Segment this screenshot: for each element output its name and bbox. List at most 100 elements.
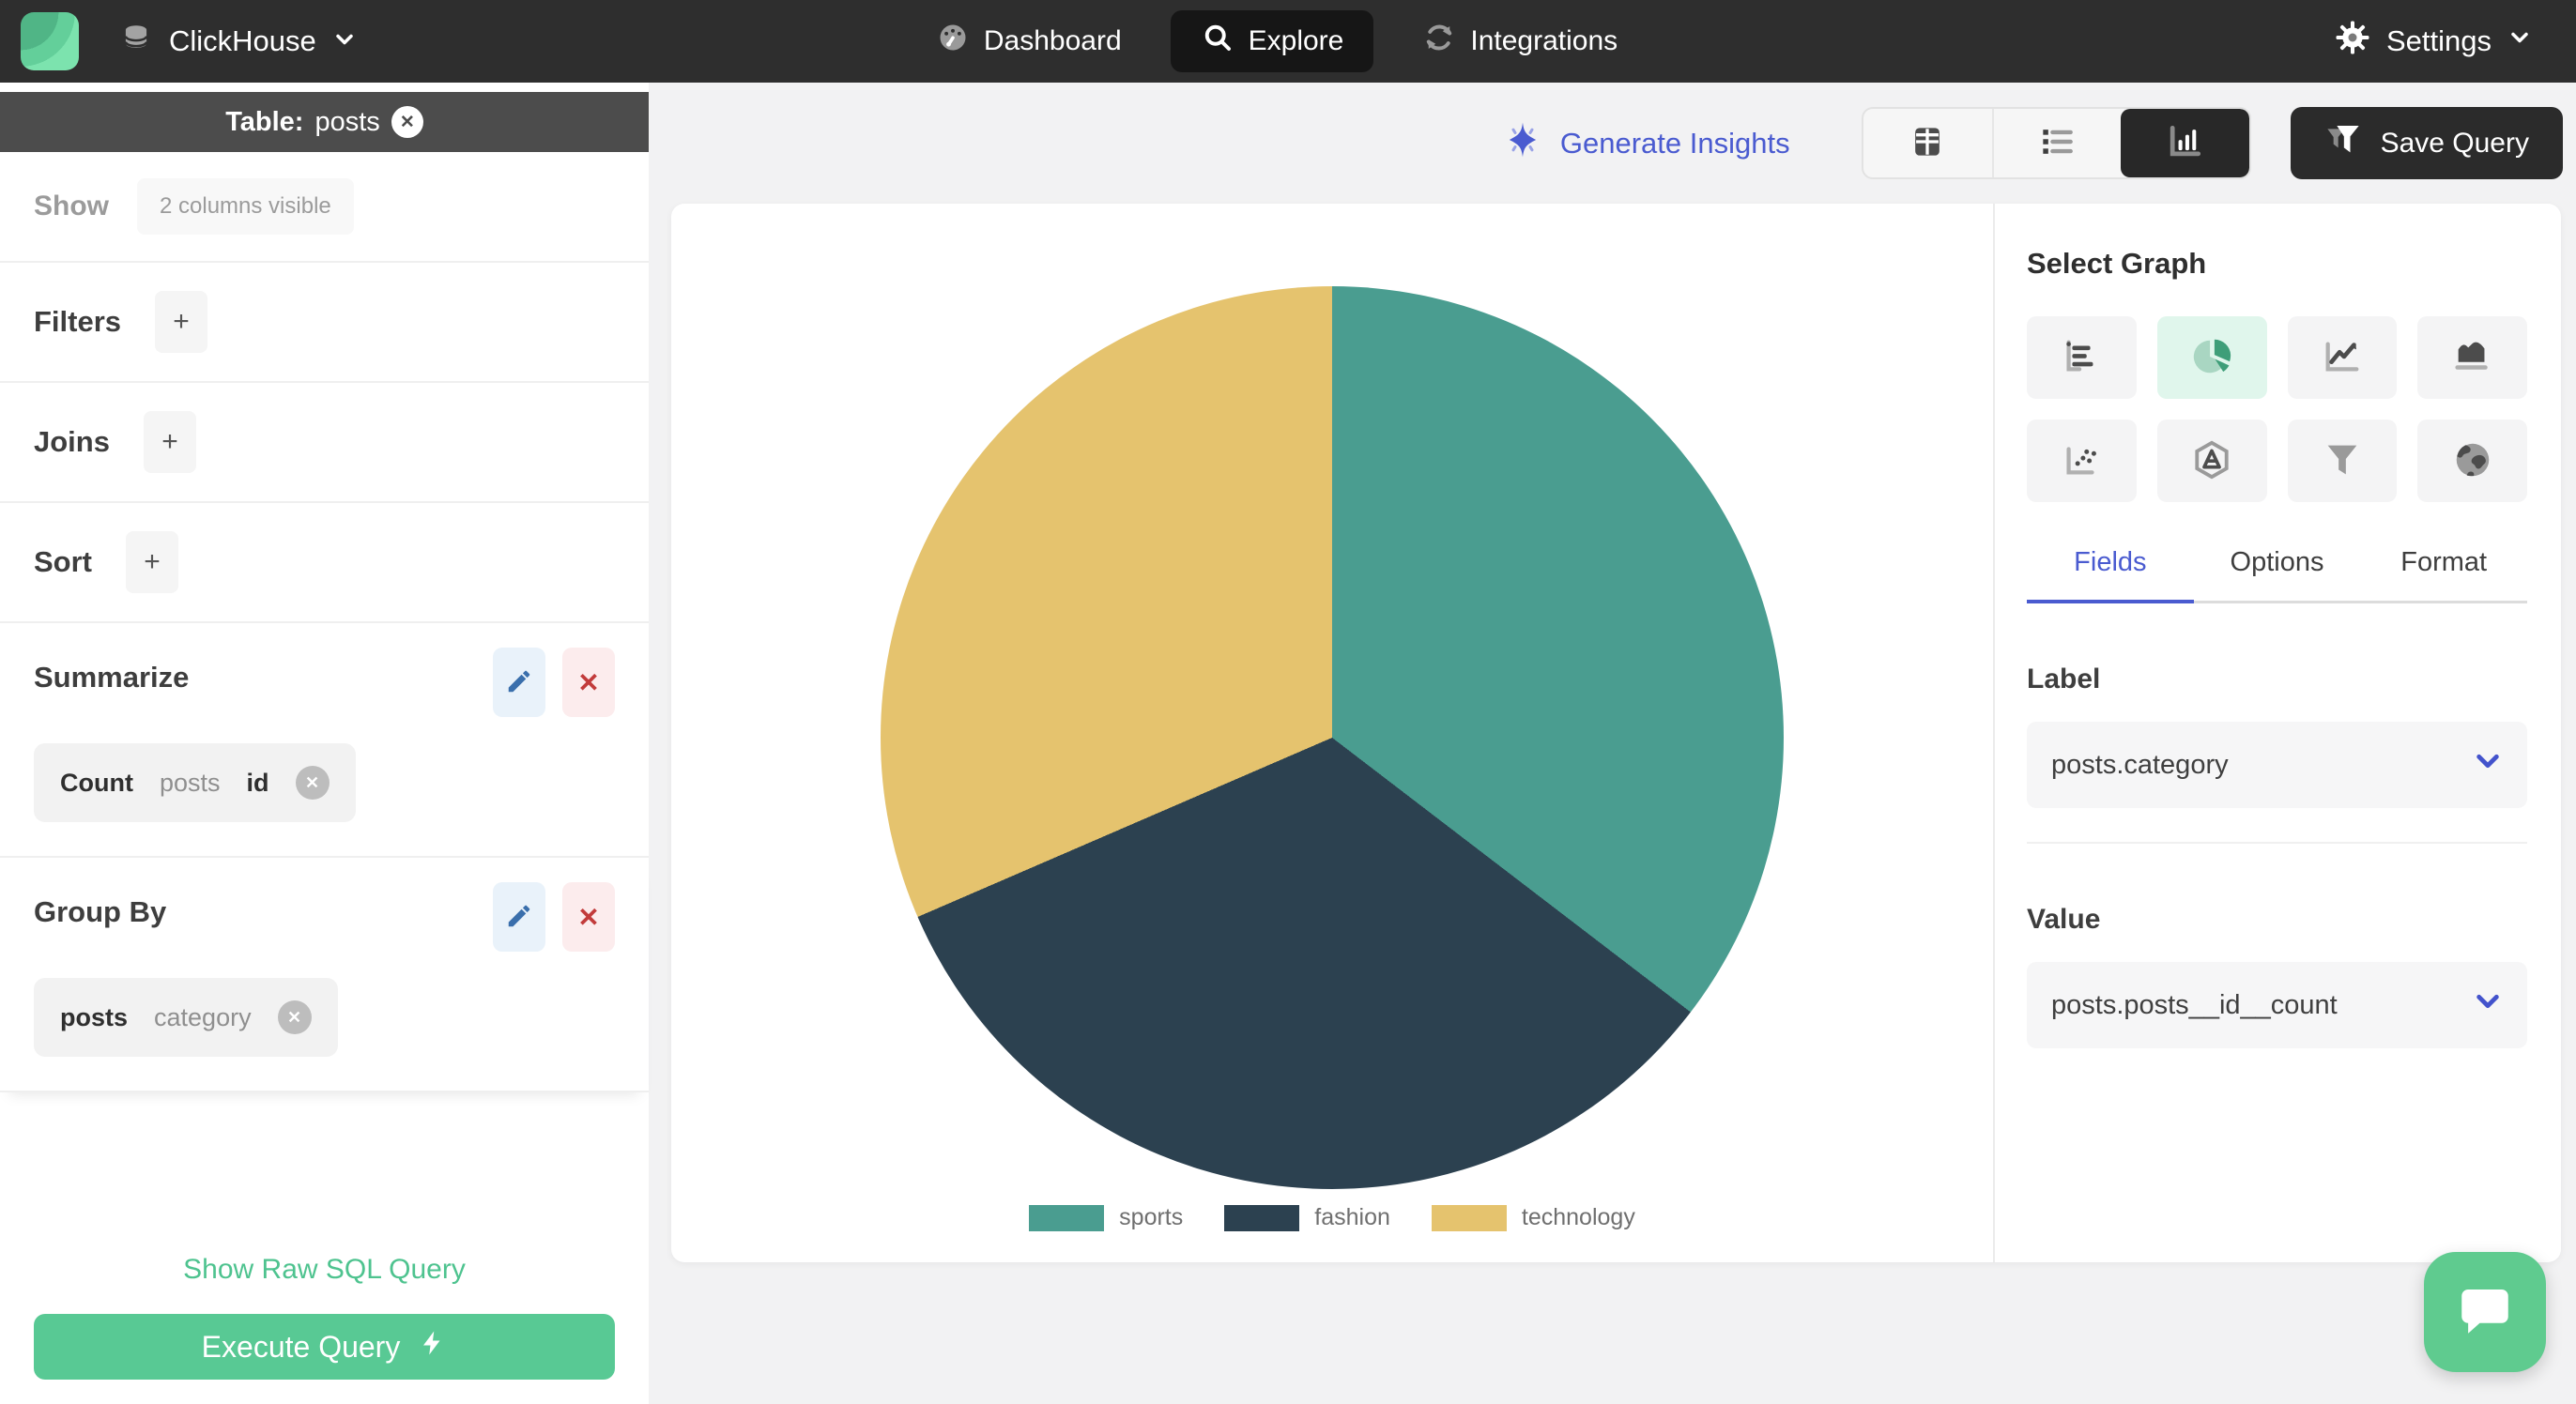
summarize-chip[interactable]: Count posts id ✕ — [34, 743, 356, 822]
legend-item[interactable]: sports — [1029, 1204, 1183, 1231]
funnel-chart-icon — [2321, 438, 2364, 484]
list-icon — [2036, 121, 2078, 165]
label-field-select[interactable]: posts.category — [2027, 722, 2527, 808]
table-view-button[interactable] — [1863, 109, 1992, 177]
globe-chart-icon — [2451, 438, 2494, 484]
show-section: Show 2 columns visible — [0, 152, 649, 263]
joins-label: Joins — [34, 425, 110, 458]
chip-column-name: id — [246, 768, 269, 797]
nav-item-dashboard[interactable]: Dashboard — [913, 10, 1144, 72]
pencil-icon — [505, 667, 533, 698]
funnel-icon — [2324, 121, 2362, 166]
pencil-icon — [505, 902, 533, 933]
tab-options[interactable]: Options — [2194, 547, 2361, 601]
results-card: sports fashion technology Select Graph F… — [671, 204, 2561, 1262]
nav-item-explore[interactable]: Explore — [1170, 10, 1374, 72]
table-icon — [1907, 121, 1948, 165]
top-nav: ClickHouse Dashboard Explore Integration… — [0, 0, 2576, 83]
group-by-chip[interactable]: posts category ✕ — [34, 978, 338, 1057]
settings-menu[interactable]: Settings — [2334, 19, 2533, 64]
radar-chart-icon — [2190, 438, 2233, 484]
funnel-chart-button[interactable] — [2287, 420, 2398, 502]
filters-label: Filters — [34, 305, 122, 338]
bar-chart-horizontal-button[interactable] — [2027, 316, 2137, 399]
search-icon — [1201, 21, 1234, 62]
area-chart-button[interactable] — [2417, 316, 2527, 399]
edit-summarize-button[interactable] — [493, 648, 545, 717]
panel-divider — [2027, 842, 2527, 844]
value-field-heading: Value — [2027, 904, 2101, 935]
value-field-select[interactable]: posts.posts__id__count — [2027, 962, 2527, 1048]
show-raw-sql-link[interactable]: Show Raw SQL Query — [0, 1254, 649, 1286]
radar-chart-button[interactable] — [2156, 420, 2267, 502]
nav-item-integrations[interactable]: Integrations — [1400, 10, 1640, 72]
legend-label: sports — [1119, 1204, 1184, 1230]
legend-item[interactable]: technology — [1431, 1204, 1635, 1231]
sort-section: Sort + — [0, 503, 649, 623]
legend-swatch — [1431, 1204, 1507, 1231]
pie-chart-button[interactable] — [2156, 316, 2267, 399]
results-toolbar: Generate Insights Save Query — [649, 83, 2576, 204]
legend-item[interactable]: fashion — [1224, 1204, 1390, 1231]
graph-settings-panel: Select Graph Fields Options Format Label… — [1995, 204, 2561, 1262]
table-header: Table: posts ✕ — [0, 92, 649, 152]
tab-fields[interactable]: Fields — [2027, 547, 2194, 603]
aggregate-name: Count — [60, 768, 133, 797]
table-name: posts — [314, 106, 380, 137]
bar-chart-horizontal-icon — [2060, 335, 2103, 381]
summarize-label: Summarize — [34, 661, 190, 694]
database-icon — [118, 22, 154, 62]
filters-section: Filters + — [0, 263, 649, 383]
list-view-button[interactable] — [1991, 109, 2121, 177]
execute-query-label: Execute Query — [201, 1329, 401, 1364]
chat-widget-button[interactable] — [2424, 1252, 2546, 1372]
show-label: Show — [34, 191, 109, 221]
remove-group-by-chip-button[interactable]: ✕ — [277, 1000, 312, 1034]
generate-insights-button[interactable]: Generate Insights — [1504, 121, 1790, 166]
columns-visible-chip[interactable]: 2 columns visible — [137, 178, 354, 235]
nav-item-label: Dashboard — [983, 25, 1122, 56]
bar-chart-icon — [2164, 121, 2205, 165]
sparkle-icon — [1504, 121, 1541, 166]
scatter-plot-button[interactable] — [2027, 420, 2137, 502]
label-field-value: posts.category — [2051, 749, 2229, 780]
summarize-section: Summarize ✕ Count posts id ✕ — [0, 623, 649, 858]
delete-group-by-button[interactable]: ✕ — [562, 882, 615, 952]
execute-query-button[interactable]: Execute Query — [34, 1314, 615, 1380]
add-sort-button[interactable]: + — [126, 531, 178, 593]
add-join-button[interactable]: + — [143, 411, 196, 473]
delete-summarize-button[interactable]: ✕ — [562, 648, 615, 717]
chip-table-name: posts — [159, 768, 221, 797]
select-graph-title: Select Graph — [2027, 247, 2207, 280]
graph-type-grid — [2027, 316, 2527, 502]
value-field-value: posts.posts__id__count — [2051, 989, 2338, 1020]
nav-item-label: Explore — [1248, 25, 1344, 56]
database-selector[interactable]: ClickHouse — [118, 22, 358, 62]
area-chart-icon — [2451, 335, 2494, 381]
nav-item-label: Integrations — [1470, 25, 1618, 56]
remove-table-button[interactable]: ✕ — [391, 106, 423, 138]
line-chart-icon — [2321, 335, 2364, 381]
save-query-label: Save Query — [2380, 127, 2529, 159]
pie-chart — [881, 286, 1784, 1189]
chat-bubble-icon — [2454, 1279, 2516, 1346]
group-by-section: Group By ✕ posts category ✕ — [0, 858, 649, 1092]
graph-settings-tabs: Fields Options Format — [2027, 547, 2527, 603]
settings-label: Settings — [2386, 24, 2492, 57]
chart-legend: sports fashion technology — [1029, 1204, 1635, 1231]
label-field-heading: Label — [2027, 664, 2101, 694]
remove-summarize-chip-button[interactable]: ✕ — [295, 766, 330, 800]
line-chart-button[interactable] — [2287, 316, 2398, 399]
main-content: Generate Insights Save Query sports fash… — [649, 83, 2576, 1404]
view-toggle-group — [1861, 107, 2251, 179]
dashboard-icon — [936, 21, 970, 62]
globe-chart-button[interactable] — [2417, 420, 2527, 502]
edit-group-by-button[interactable] — [493, 882, 545, 952]
chip-column-name: category — [154, 1002, 252, 1031]
lightning-bolt-icon — [419, 1329, 447, 1365]
chart-view-button[interactable] — [2120, 109, 2249, 177]
tab-format[interactable]: Format — [2360, 547, 2527, 601]
legend-swatch — [1029, 1204, 1105, 1231]
save-query-button[interactable]: Save Query — [2290, 107, 2563, 179]
add-filter-button[interactable]: + — [155, 291, 208, 353]
